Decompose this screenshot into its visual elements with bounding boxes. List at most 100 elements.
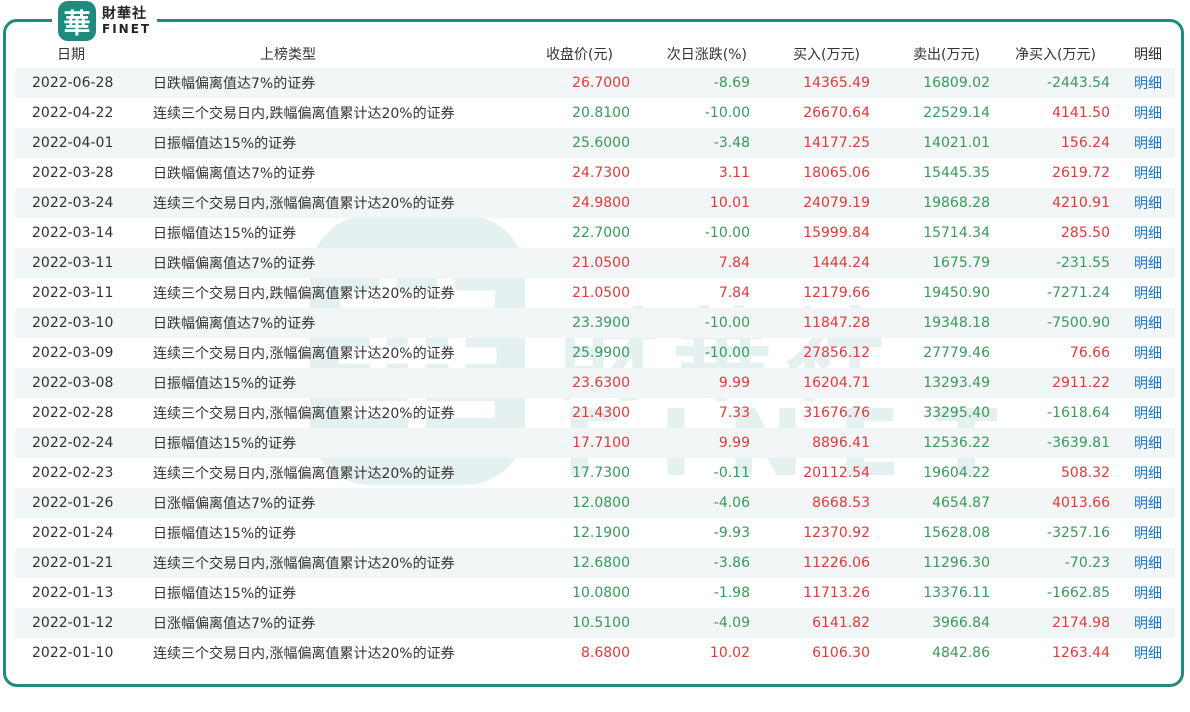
cell-buy: 15999.84: [803, 225, 870, 241]
cell-buy: 14177.25: [803, 135, 870, 151]
detail-link[interactable]: 明细: [1110, 103, 1175, 123]
header-detail: 明细: [1134, 47, 1162, 63]
detail-link[interactable]: 明细: [1110, 253, 1175, 273]
table-row: 2022-03-14 日振幅值达15%的证券 22.7000 -10.00 15999.…: [15, 218, 1175, 248]
cell-net: 156.24: [1061, 135, 1110, 151]
cell-date: 2022-01-21: [32, 555, 114, 571]
cell-buy: 11847.28: [803, 315, 870, 331]
cell-date: 2022-01-13: [32, 585, 114, 601]
table-row: 2022-03-28 日跌幅偏离值达7%的证券 24.7300 3.11 18065.0…: [15, 158, 1175, 188]
cell-close: 20.8100: [572, 105, 630, 121]
table-row: 2022-01-13 日振幅值达15%的证券 10.0800 -1.98 11713.2…: [15, 578, 1175, 608]
table-row: 2022-01-26 日涨幅偏离值达7%的证券 12.0800 -4.06 8668.5…: [15, 488, 1175, 518]
cell-net: 76.66: [1069, 345, 1110, 361]
cell-close: 25.9900: [572, 345, 630, 361]
detail-link[interactable]: 明细: [1110, 343, 1175, 363]
cell-net: -7500.90: [1047, 315, 1110, 331]
table-row: 2022-01-24 日振幅值达15%的证券 12.1900 -9.93 12370.9…: [15, 518, 1175, 548]
detail-link[interactable]: 明细: [1110, 373, 1175, 393]
dragon-tiger-list-table: 日期 上榜类型 收盘价(元) 次日涨跌(%) 买入(万元) 卖出(万元) 净买入…: [15, 40, 1175, 668]
cell-net: -3257.16: [1047, 525, 1110, 541]
cell-sell: 3966.84: [932, 615, 990, 631]
cell-close: 17.7100: [572, 435, 630, 451]
header-change: 次日涨跌(%): [666, 47, 747, 63]
table-row: 2022-02-28 连续三个交易日内,涨幅偏离值累计达20%的证券 21.4300…: [15, 398, 1175, 428]
cell-close: 24.7300: [572, 165, 630, 181]
logo-text: 財華社 FINET: [102, 7, 151, 35]
cell-date: 2022-04-01: [32, 135, 114, 151]
cell-close: 21.0500: [572, 285, 630, 301]
detail-link[interactable]: 明细: [1110, 193, 1175, 213]
cell-change: 3.11: [718, 165, 750, 181]
cell-net: 285.50: [1061, 225, 1110, 241]
cell-net: -231.55: [1055, 255, 1110, 271]
logo-cn: 財華社: [102, 6, 147, 22]
cell-buy: 6106.30: [812, 645, 870, 661]
header-close: 收盘价(元): [546, 47, 613, 63]
cell-date: 2022-03-11: [32, 255, 114, 271]
cell-net: -70.23: [1064, 555, 1110, 571]
logo-en: FINET: [102, 22, 152, 36]
detail-link[interactable]: 明细: [1110, 223, 1175, 243]
table-row: 2022-03-11 连续三个交易日内,跌幅偏离值累计达20%的证券 21.0500…: [15, 278, 1175, 308]
detail-link[interactable]: 明细: [1110, 463, 1175, 483]
header-sell: 卖出(万元): [913, 47, 980, 63]
cell-close: 23.6300: [572, 375, 630, 391]
cell-close: 21.0500: [572, 255, 630, 271]
cell-close: 17.7300: [572, 465, 630, 481]
cell-change: -3.86: [713, 555, 750, 571]
detail-link[interactable]: 明细: [1110, 553, 1175, 573]
cell-type: 日振幅值达15%的证券: [153, 226, 297, 242]
cell-change: 9.99: [718, 435, 750, 451]
table-row: 2022-01-10 连续三个交易日内,涨幅偏离值累计达20%的证券 8.6800 1…: [15, 638, 1175, 668]
cell-type: 日跌幅偏离值达7%的证券: [153, 166, 316, 182]
cell-close: 25.6000: [572, 135, 630, 151]
cell-sell: 4654.87: [932, 495, 990, 511]
table-row: 2022-01-12 日涨幅偏离值达7%的证券 10.5100 -4.09 6141.8…: [15, 608, 1175, 638]
cell-close: 22.7000: [572, 225, 630, 241]
detail-link[interactable]: 明细: [1110, 313, 1175, 333]
detail-link[interactable]: 明细: [1110, 73, 1175, 93]
cell-type: 日振幅值达15%的证券: [153, 526, 297, 542]
table-row: 2022-02-24 日振幅值达15%的证券 17.7100 9.99 8896.41 1…: [15, 428, 1175, 458]
cell-sell: 13293.49: [923, 375, 990, 391]
header-date: 日期: [57, 47, 85, 63]
cell-change: -0.11: [713, 465, 750, 481]
detail-link[interactable]: 明细: [1110, 523, 1175, 543]
detail-link[interactable]: 明细: [1110, 133, 1175, 153]
detail-link[interactable]: 明细: [1110, 493, 1175, 513]
cell-net: 1263.44: [1052, 645, 1110, 661]
cell-buy: 11226.06: [803, 555, 870, 571]
detail-link[interactable]: 明细: [1110, 403, 1175, 423]
cell-buy: 12179.66: [803, 285, 870, 301]
detail-link[interactable]: 明细: [1110, 433, 1175, 453]
cell-change: 10.02: [709, 645, 750, 661]
detail-link[interactable]: 明细: [1110, 163, 1175, 183]
detail-link[interactable]: 明细: [1110, 583, 1175, 603]
cell-sell: 16809.02: [923, 75, 990, 91]
cell-type: 日涨幅偏离值达7%的证券: [153, 616, 316, 632]
cell-sell: 22529.14: [923, 105, 990, 121]
cell-date: 2022-02-23: [32, 465, 114, 481]
cell-sell: 15445.35: [923, 165, 990, 181]
cell-buy: 11713.26: [803, 585, 870, 601]
cell-date: 2022-04-22: [32, 105, 114, 121]
cell-type: 连续三个交易日内,跌幅偏离值累计达20%的证券: [153, 286, 455, 302]
header-buy: 买入(万元): [793, 47, 860, 63]
table-row: 2022-04-22 连续三个交易日内,跌幅偏离值累计达20%的证券 20.8100…: [15, 98, 1175, 128]
cell-change: 7.84: [718, 255, 750, 271]
table-row: 2022-03-24 连续三个交易日内,涨幅偏离值累计达20%的证券 24.9800…: [15, 188, 1175, 218]
cell-close: 12.1900: [572, 525, 630, 541]
detail-link[interactable]: 明细: [1110, 283, 1175, 303]
cell-net: 2619.72: [1052, 165, 1110, 181]
cell-close: 8.6800: [581, 645, 630, 661]
cell-type: 日涨幅偏离值达7%的证券: [153, 496, 316, 512]
header-net: 净买入(万元): [1015, 47, 1096, 63]
cell-type: 连续三个交易日内,涨幅偏离值累计达20%的证券: [153, 406, 455, 422]
detail-link[interactable]: 明细: [1110, 643, 1175, 663]
cell-change: 7.84: [718, 285, 750, 301]
table-row: 2022-03-10 日跌幅偏离值达7%的证券 23.3900 -10.00 11847…: [15, 308, 1175, 338]
cell-sell: 19604.22: [923, 465, 990, 481]
cell-sell: 11296.30: [923, 555, 990, 571]
detail-link[interactable]: 明细: [1110, 613, 1175, 633]
